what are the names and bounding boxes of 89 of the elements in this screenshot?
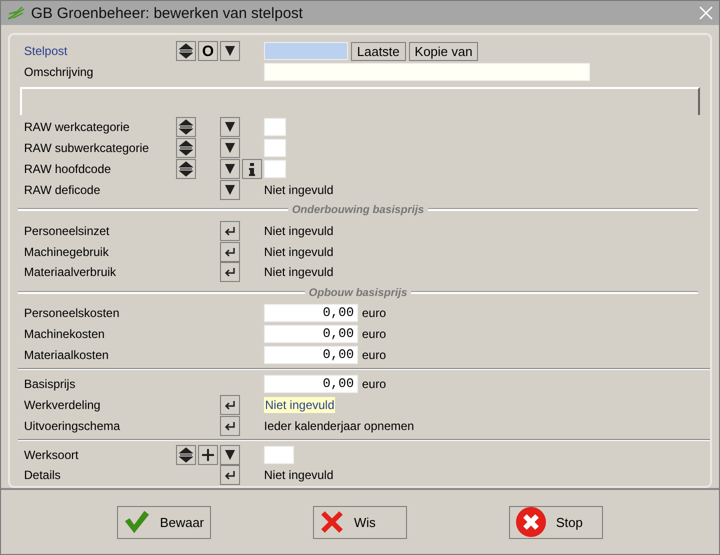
- amount-field[interactable]: 0,00: [264, 374, 358, 393]
- value-text: Niet ingevuld: [264, 265, 334, 280]
- up-down-arrows-icon: [179, 43, 193, 60]
- field-label: Machinekosten: [23, 326, 106, 341]
- field-label: RAW werkcategorie: [23, 120, 131, 134]
- input-field[interactable]: [264, 42, 348, 60]
- field-label: Stelpost: [23, 44, 68, 58]
- amount-field[interactable]: 0,00: [264, 346, 358, 364]
- field-label: RAW subwerkcategorie: [23, 141, 150, 156]
- stop-button[interactable]: Stop: [509, 506, 603, 538]
- caret-icon: [224, 448, 236, 461]
- grass-icon: [7, 6, 25, 20]
- up-down-arrows-icon: [179, 446, 193, 463]
- enter-button[interactable]: [220, 262, 240, 282]
- field-label: Machinegebruik: [23, 244, 110, 259]
- field-label: Personeelsinzet: [23, 224, 110, 238]
- enter-button[interactable]: [220, 242, 240, 262]
- spin-button[interactable]: [176, 159, 196, 180]
- field-label: Materiaalverbruik: [23, 265, 118, 280]
- field-label: Details: [23, 468, 62, 482]
- value-text: Niet ingevuld: [264, 183, 334, 198]
- info-icon: [249, 162, 255, 176]
- toolbar-button[interactable]: Kopie van: [408, 42, 478, 61]
- input-field[interactable]: [264, 63, 590, 82]
- clear-button[interactable]: Wis: [313, 506, 407, 538]
- input-field[interactable]: [264, 160, 286, 178]
- add-button[interactable]: [198, 444, 218, 465]
- unit-label: euro: [362, 326, 386, 341]
- value-text: Niet ingevuld: [264, 396, 336, 413]
- input-field[interactable]: [264, 446, 294, 464]
- up-down-arrows-icon: [179, 140, 193, 156]
- spin-button[interactable]: [176, 138, 196, 158]
- field-label: Werksoort: [23, 448, 80, 462]
- value-text: Ieder kalenderjaar opnemen: [264, 418, 414, 433]
- input-field[interactable]: [264, 118, 286, 136]
- field-label: Personeelskosten: [23, 306, 120, 320]
- field-label: Basisprijs: [23, 376, 76, 391]
- field-label: Materiaalkosten: [23, 348, 110, 362]
- dropdown-button[interactable]: [220, 444, 240, 465]
- dropdown-button[interactable]: [220, 180, 240, 200]
- section-title: Opbouw basisprijs: [308, 286, 408, 299]
- amount-field[interactable]: 0,00: [264, 324, 358, 343]
- section-title: Onderbouwing basisprijs: [290, 204, 426, 216]
- info-button[interactable]: [242, 159, 262, 180]
- zero-button[interactable]: O: [198, 41, 218, 62]
- toolbar-button[interactable]: Laatste: [351, 42, 406, 61]
- up-down-arrows-icon: [179, 119, 193, 136]
- value-text: Niet ingevuld: [264, 468, 334, 482]
- amount-field[interactable]: 0,00: [264, 304, 358, 322]
- save-button[interactable]: Bewaar: [117, 506, 211, 538]
- spin-button[interactable]: [176, 117, 196, 138]
- field-label: Uitvoeringschema: [23, 418, 122, 433]
- dropdown-button[interactable]: [220, 159, 240, 180]
- dropdown-button[interactable]: [220, 41, 240, 62]
- plus-icon: [202, 448, 214, 461]
- caret-icon: [224, 45, 236, 58]
- value-text: Niet ingevuld: [264, 224, 334, 238]
- unit-label: euro: [362, 306, 386, 320]
- window-title: GB Groenbeheer: bewerken van stelpost: [31, 4, 304, 22]
- enter-button[interactable]: [220, 465, 240, 486]
- enter-button[interactable]: [220, 394, 240, 415]
- input-field[interactable]: [264, 139, 286, 158]
- cross-icon: [320, 510, 344, 534]
- caret-icon: [224, 163, 236, 176]
- dropdown-button[interactable]: [220, 138, 240, 158]
- spin-button[interactable]: [176, 444, 196, 465]
- enter-button[interactable]: [220, 220, 240, 241]
- enter-arrow-icon: [224, 400, 236, 410]
- caret-icon: [224, 142, 236, 154]
- spin-button[interactable]: [176, 41, 196, 62]
- value-text: Niet ingevuld: [264, 244, 334, 259]
- unit-label: euro: [362, 376, 386, 391]
- enter-arrow-icon: [224, 226, 236, 236]
- field-label: RAW deficode: [23, 183, 102, 198]
- enter-arrow-icon: [224, 267, 236, 278]
- stop-icon: [516, 507, 546, 537]
- field-label: RAW hoofdcode: [23, 162, 112, 176]
- caret-icon: [224, 121, 236, 134]
- enter-arrow-icon: [224, 470, 236, 480]
- enter-arrow-icon: [224, 420, 236, 431]
- enter-button[interactable]: [220, 416, 240, 436]
- caret-icon: [224, 184, 236, 196]
- unit-label: euro: [362, 348, 386, 362]
- field-label: Werkverdeling: [23, 398, 102, 412]
- enter-arrow-icon: [224, 246, 236, 257]
- up-down-arrows-icon: [179, 161, 193, 178]
- check-icon: [124, 509, 150, 535]
- field-label: Omschrijving: [23, 65, 94, 80]
- dropdown-button[interactable]: [220, 117, 240, 138]
